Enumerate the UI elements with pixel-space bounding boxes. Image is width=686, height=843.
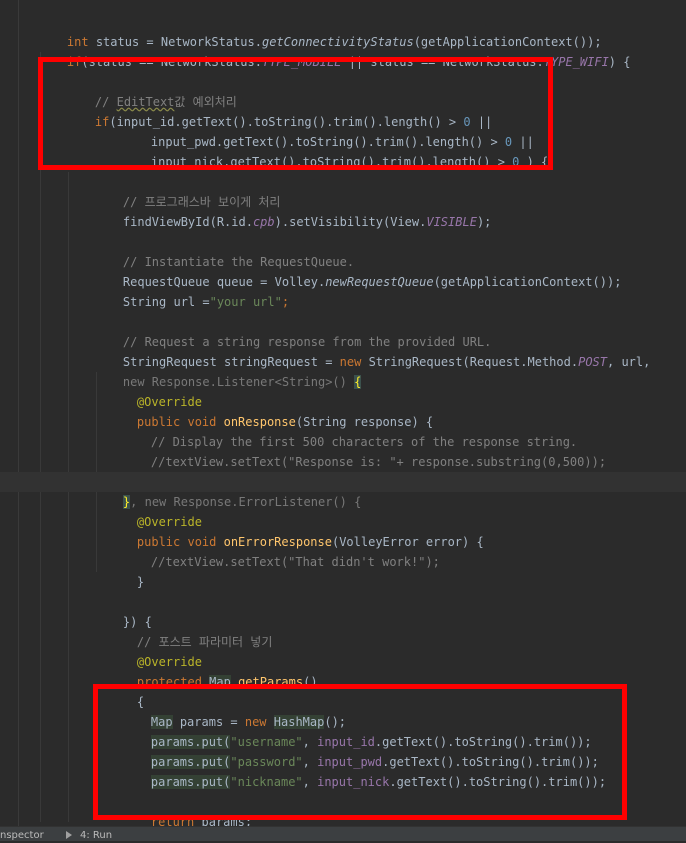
code-line[interactable]: } — [0, 552, 686, 589]
code-line[interactable]: new Response.Listener<String>() { — [0, 352, 686, 389]
tool-window-bar: nspector 4: Run — [0, 826, 686, 841]
code-token: } — [136, 575, 145, 589]
code-line[interactable]: // Display the first 500 characters of t… — [0, 412, 686, 449]
code-token: ).setVisibility(View. — [274, 215, 427, 229]
highlight-box-validation — [38, 57, 553, 170]
code-line[interactable]: //textView.setText("Response is: "+ resp… — [0, 432, 686, 469]
code-line[interactable]: String url ="your url"; — [0, 272, 686, 309]
code-line[interactable]: public void onErrorResponse(VolleyError … — [0, 512, 686, 549]
highlight-box-params — [93, 684, 627, 820]
code-line[interactable]: // 프로그래스바 보이게 처리 — [0, 172, 686, 209]
code-line[interactable]: // Request a string response from the pr… — [0, 312, 686, 349]
code-line[interactable]: protected Map getParams() — [0, 652, 686, 689]
code-token: String url = — [122, 295, 210, 309]
run-icon — [66, 831, 72, 839]
code-token: findViewById(R.id. — [122, 215, 253, 229]
code-token: cpb — [252, 215, 275, 229]
code-line[interactable]: }) { — [0, 592, 686, 629]
code-line[interactable]: @Override — [0, 372, 686, 409]
code-token: VISIBLE — [426, 215, 477, 229]
code-string: "your url" — [209, 295, 282, 309]
code-line[interactable]: // Instantiate the RequestQueue. — [0, 232, 686, 269]
code-line[interactable]: RequestQueue queue = Volley.newRequestQu… — [0, 252, 686, 289]
code-editor[interactable]: int status = NetworkStatus.getConnectivi… — [0, 0, 686, 826]
code-line[interactable]: StringRequest stringRequest = new String… — [0, 332, 686, 369]
code-token: ; — [281, 295, 290, 309]
code-token: ); — [476, 215, 492, 229]
code-line[interactable]: } — [0, 452, 686, 489]
inspector-tab[interactable]: nspector — [0, 829, 44, 843]
code-line[interactable]: // 포스트 파라미터 넣기 — [0, 612, 686, 649]
code-line[interactable]: @Override — [0, 632, 686, 669]
run-tab[interactable]: 4: Run — [80, 829, 112, 843]
code-line[interactable]: if(status == NetworkStatus.TYPE_MOBILE |… — [0, 32, 686, 69]
code-token: TYPE_WIFI — [543, 55, 609, 69]
code-token: ) { — [608, 55, 631, 69]
code-line[interactable]: int status = NetworkStatus.getConnectivi… — [0, 12, 686, 49]
code-line[interactable]: //textView.setText("That didn't work!"); — [0, 532, 686, 569]
code-line-current[interactable]: }, new Response.ErrorListener() { — [0, 472, 686, 509]
code-line[interactable]: public void onResponse(String response) … — [0, 392, 686, 429]
code-line[interactable]: findViewById(R.id.cpb).setVisibility(Vie… — [0, 192, 686, 229]
code-line[interactable]: @Override — [0, 492, 686, 529]
